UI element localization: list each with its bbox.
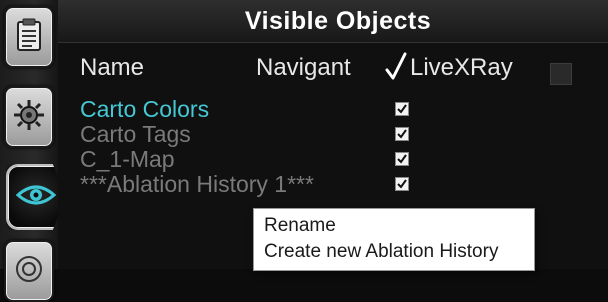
panel-header: Visible Objects: [58, 0, 608, 43]
clipboard-tool-button[interactable]: [4, 6, 54, 68]
visible-objects-button[interactable]: [6, 164, 66, 230]
checkmark-icon: [397, 179, 407, 189]
navigant-checkbox[interactable]: [395, 177, 409, 191]
navigant-checkbox[interactable]: [395, 102, 409, 116]
object-name: Carto Colors: [80, 96, 210, 122]
display-settings-button[interactable]: [4, 86, 54, 148]
list-item[interactable]: Carto Tags: [58, 121, 608, 147]
column-header-navigant[interactable]: Navigant: [256, 54, 351, 82]
column-header-name[interactable]: Name: [80, 54, 144, 82]
checkmark-icon: [397, 104, 407, 114]
navigant-check-icon: [385, 52, 407, 87]
menu-item-rename[interactable]: Rename: [264, 215, 336, 241]
context-menu: Rename Create new Ablation History: [253, 208, 535, 271]
panel-title: Visible Objects: [244, 6, 432, 35]
list-item[interactable]: C_1-Map: [58, 146, 608, 172]
column-headers: Name Navigant LiveXRay: [58, 52, 608, 88]
list-item[interactable]: Carto Colors: [58, 96, 608, 122]
navigant-checkbox[interactable]: [395, 127, 409, 141]
livexray-toggle-checkbox[interactable]: [550, 63, 572, 85]
checkmark-icon: [397, 129, 407, 139]
column-header-livexray[interactable]: LiveXRay: [410, 54, 513, 82]
object-name: ***Ablation History 1***: [80, 171, 314, 197]
checkmark-icon: [397, 154, 407, 164]
clipboard-icon: [16, 18, 42, 57]
target-tool-button[interactable]: [4, 240, 54, 302]
list-item[interactable]: ***Ablation History 1***: [58, 171, 608, 197]
object-name: C_1-Map: [80, 146, 175, 172]
left-toolbar: [0, 0, 66, 302]
menu-item-create-new-ablation-history[interactable]: Create new Ablation History: [264, 241, 498, 267]
object-name: Carto Tags: [80, 121, 191, 147]
target-icon: [14, 254, 44, 289]
radiation-gear-icon: [12, 98, 46, 137]
eye-icon: [15, 183, 57, 212]
navigant-checkbox[interactable]: [395, 152, 409, 166]
